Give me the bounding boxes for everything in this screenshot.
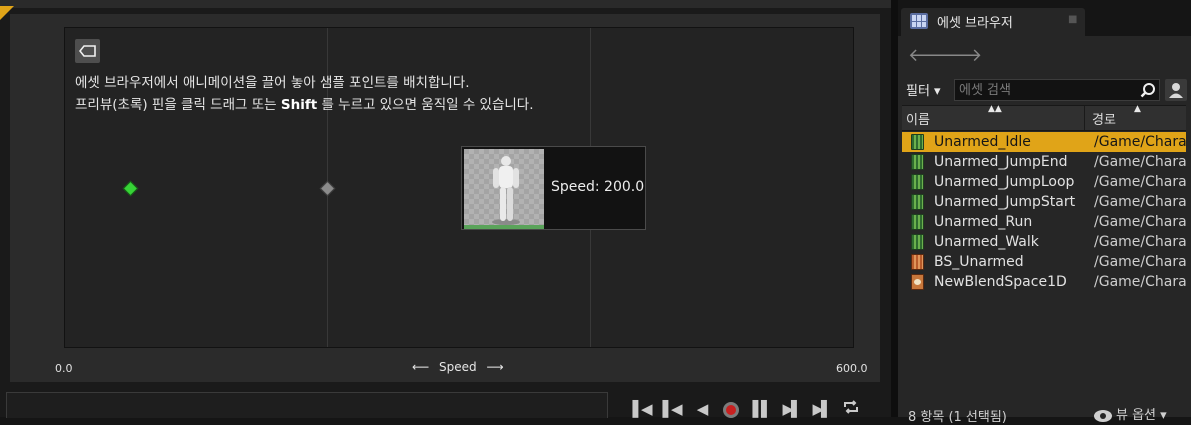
mannequin-icon xyxy=(464,149,544,229)
search-input[interactable] xyxy=(959,80,1137,100)
hint-line-2-text: 프리뷰(초록) 핀을 클릭 드래그 또는 xyxy=(75,97,281,113)
tab-strip: 에셋 브라우저 ■ xyxy=(898,0,1191,36)
view-options-button[interactable]: 뷰 옵션 ▾ xyxy=(1094,404,1167,423)
asset-path: /Game/Chara xyxy=(1094,214,1186,230)
thumbnail-color-bar xyxy=(464,225,544,229)
panel-splitter[interactable] xyxy=(891,0,898,417)
search-icon[interactable] xyxy=(1140,82,1156,98)
anim-sequence-icon xyxy=(911,234,924,250)
axis-max-label: 600.0 xyxy=(836,362,868,375)
loop-button[interactable] xyxy=(838,398,864,418)
anim-sequence-icon xyxy=(911,214,924,230)
hint-line-2-suffix: 를 누르고 있으면 움직일 수 있습니다. xyxy=(317,97,534,113)
blendspace-editor-panel: 에셋 브라우저에서 애니메이션을 끌어 놓아 샘플 포인트를 배치합니다. 프리… xyxy=(0,0,891,418)
record-button[interactable] xyxy=(718,398,744,418)
search-box xyxy=(954,79,1160,101)
asset-browser-panel: 에셋 브라우저 ■ 🡐 🡒 필터 ▾ 이름 ▲▲ 경로 ▲ Unarmed_Id… xyxy=(898,0,1191,425)
view-options-label: 뷰 옵션 ▾ xyxy=(1116,408,1167,423)
asset-path: /Game/Chara xyxy=(1094,274,1186,290)
asset-browser-icon xyxy=(910,13,928,29)
column-header-path[interactable]: 경로 xyxy=(1092,109,1116,128)
asset-name: Unarmed_Walk xyxy=(934,234,1039,250)
user-icon-glyph xyxy=(1169,83,1183,98)
eye-icon xyxy=(1094,409,1112,422)
axis-left-arrow-icon: ⟵ xyxy=(412,360,430,374)
asset-row[interactable]: Unarmed_JumpLoop /Game/Chara xyxy=(902,172,1186,192)
anim-sequence-icon xyxy=(911,154,924,170)
asset-path: /Game/Chara xyxy=(1094,174,1186,190)
asset-name: BS_Unarmed xyxy=(934,254,1024,270)
asset-name: NewBlendSpace1D xyxy=(934,274,1067,290)
step-forward-button[interactable]: ▶▌ xyxy=(778,398,804,418)
asset-name: Unarmed_JumpLoop xyxy=(934,174,1075,190)
asset-row[interactable]: Unarmed_JumpStart /Game/Chara xyxy=(902,192,1186,212)
tag-icon[interactable] xyxy=(75,39,100,63)
record-icon xyxy=(723,402,739,418)
asset-list-header: 이름 ▲▲ 경로 ▲ xyxy=(902,104,1186,131)
asset-list: Unarmed_Idle /Game/Chara Unarmed_JumpEnd… xyxy=(902,132,1186,292)
axis-name-label: ⟵ Speed ⟶ xyxy=(412,360,504,374)
column-header-name[interactable]: 이름 xyxy=(906,109,930,128)
timeline-panel[interactable] xyxy=(6,392,608,418)
anim-sequence-icon xyxy=(911,194,924,210)
to-start-button[interactable]: ▌◀ xyxy=(628,398,654,418)
forward-arrow-icon[interactable]: 🡒 xyxy=(934,45,982,66)
asset-path: /Game/Chara xyxy=(1094,234,1186,250)
asset-name: Unarmed_JumpStart xyxy=(934,194,1076,210)
item-count-status: 8 항목 (1 선택됨) xyxy=(908,410,1007,425)
asset-path: /Game/Chara xyxy=(1094,194,1186,210)
user-icon[interactable] xyxy=(1165,79,1187,101)
tab-title: 에셋 브라우저 xyxy=(937,16,1013,31)
blend-space-1d-icon xyxy=(911,274,924,290)
anim-sequence-icon xyxy=(911,134,924,150)
column-divider[interactable] xyxy=(1084,106,1085,130)
axis-right-arrow-icon: ⟶ xyxy=(486,360,504,374)
asset-row[interactable]: Unarmed_Idle /Game/Chara xyxy=(902,132,1186,152)
asset-path: /Game/Chara xyxy=(1094,154,1186,170)
asset-name: Unarmed_Idle xyxy=(934,134,1031,150)
tag-icon-glyph xyxy=(79,45,96,57)
sort-indicator-icon[interactable]: ▲ xyxy=(1134,104,1141,114)
asset-name: Unarmed_Run xyxy=(934,214,1033,230)
shift-key-label: Shift xyxy=(280,97,318,113)
play-reverse-button[interactable]: ◀ xyxy=(688,398,714,418)
asset-row[interactable]: Unarmed_Run /Game/Chara xyxy=(902,212,1186,232)
sample-preview-tooltip: Speed: 200.0 xyxy=(461,146,646,230)
asset-row[interactable]: Unarmed_Walk /Game/Chara xyxy=(902,232,1186,252)
step-back-button[interactable]: ▌◀ xyxy=(658,398,684,418)
asset-path: /Game/Chara xyxy=(1094,134,1186,150)
asset-name: Unarmed_JumpEnd xyxy=(934,154,1068,170)
blend-space-icon xyxy=(911,254,924,270)
loop-icon xyxy=(844,400,858,414)
transport-controls: ▌◀ ▌◀ ◀ ▌▌ ▶▌ ▶▌ xyxy=(628,398,864,418)
asset-path: /Game/Chara xyxy=(1094,254,1186,270)
axis-min-label: 0.0 xyxy=(55,362,73,375)
sort-indicator-icon[interactable]: ▲▲ xyxy=(988,104,1002,114)
axis-name: Speed xyxy=(439,360,477,374)
tab-asset-browser[interactable]: 에셋 브라우저 ■ xyxy=(901,8,1085,36)
hint-line-2: 프리뷰(초록) 핀을 클릭 드래그 또는 Shift 를 누르고 있으면 움직일… xyxy=(75,93,534,113)
pause-button[interactable]: ▌▌ xyxy=(748,398,774,418)
hint-line-1: 에셋 브라우저에서 애니메이션을 끌어 놓아 샘플 포인트를 배치합니다. xyxy=(75,75,470,91)
animation-thumbnail xyxy=(464,149,544,229)
asset-row[interactable]: NewBlendSpace1D /Game/Chara xyxy=(902,272,1186,292)
asset-row[interactable]: BS_Unarmed /Game/Chara xyxy=(902,252,1186,272)
preview-speed-label: Speed: 200.0 xyxy=(551,179,645,195)
anim-sequence-icon xyxy=(911,174,924,190)
toolbar-strip xyxy=(0,0,891,8)
asset-row[interactable]: Unarmed_JumpEnd /Game/Chara xyxy=(902,152,1186,172)
tab-close-icon[interactable]: ■ xyxy=(1068,14,1077,25)
to-end-button[interactable]: ▶▌ xyxy=(808,398,834,418)
filter-button[interactable]: 필터 ▾ xyxy=(906,80,941,99)
